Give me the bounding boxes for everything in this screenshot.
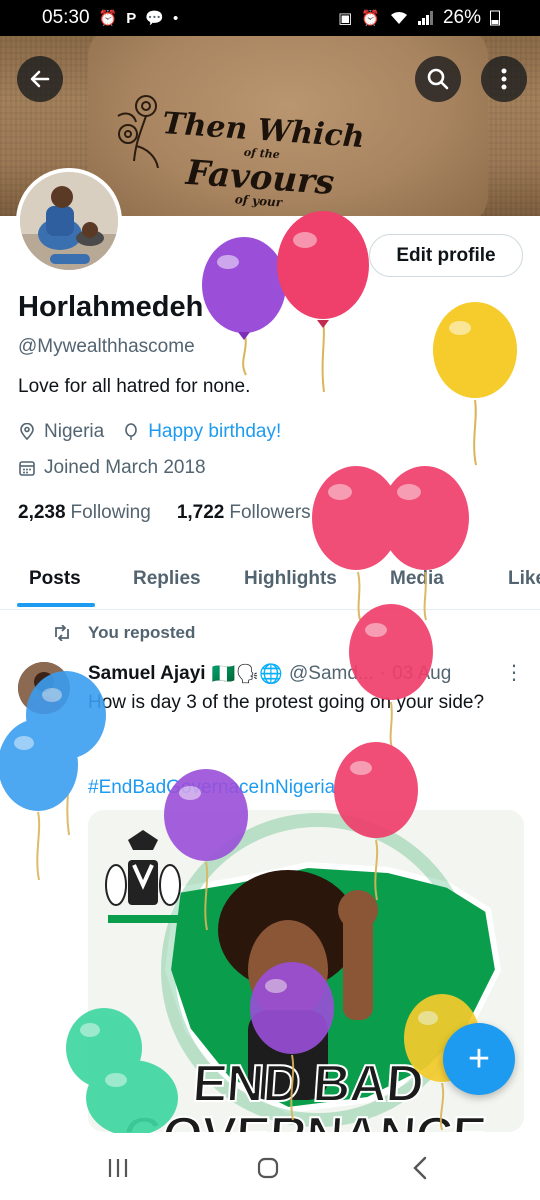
balloon-purple [202,237,286,376]
tab-highlights[interactable]: Highlights [244,568,337,590]
system-nav-bar [0,1133,540,1200]
profile-joined-row: Joined March 2018 [18,457,206,479]
post-text: How is day 3 of the protest going on you… [88,692,485,713]
battery-level: 26% [442,7,481,28]
status-bar: 05:30 ⏰ P 💬 • ▣ ⏰ 26% [0,0,540,36]
wifi-icon [390,11,407,24]
profile-handle: @Mywealthhascome [18,336,195,357]
tab-replies[interactable]: Replies [133,568,201,590]
post-author-avatar[interactable] [18,662,70,714]
post-more-icon[interactable]: ⋮ [504,660,524,685]
balloon-pink [277,211,369,393]
balloon-yellow [433,302,517,466]
compose-post-button[interactable]: + [443,1023,515,1095]
author-emojis: 🇳🇬🗣🌐 [211,664,284,685]
post-hashtag[interactable]: #EndBadGovernaceInNigeria [88,777,335,799]
recent-apps-icon[interactable] [107,1157,129,1179]
chat-icon: 💬 [145,10,164,27]
p-icon: P [126,9,137,27]
dot-icon: • [172,9,179,27]
post-author-handle[interactable]: @Samd... [289,663,374,685]
profile-avatar[interactable] [16,168,122,274]
calendar-icon [19,461,35,476]
back-button[interactable] [17,56,63,102]
banner-text: Then Which of the Favours of your [161,106,366,210]
back-arrow-icon [30,70,50,88]
post-date[interactable]: 03 Aug [392,663,451,685]
follow-counts: 2,238 Following 1,722 Followers [18,502,311,524]
profile-meta-row: Nigeria Happy birthday! [18,421,281,443]
edit-profile-button[interactable]: Edit profile [369,234,523,277]
profile-bio: Love for all hatred for none. [18,376,251,397]
tab-likes[interactable]: Likes [508,568,540,590]
repost-indicator: You reposted [52,623,195,643]
active-tab-indicator [17,603,95,607]
alarm-icon: ⏰ [361,10,380,27]
more-options-button[interactable] [481,56,527,102]
tab-posts[interactable]: Posts [29,568,81,590]
profile-name: Horlahmedeh [18,291,204,323]
birthday-link[interactable]: Happy birthday! [148,421,281,443]
repost-icon [55,625,69,641]
battery-icon [490,10,500,26]
back-nav-icon[interactable] [410,1156,430,1180]
more-vertical-icon [501,68,507,90]
nfc-icon: ▣ [338,10,353,27]
signal-icon [417,11,433,25]
profile-joined: Joined March 2018 [44,457,206,478]
alarm-icon: ⏰ [98,10,118,27]
profile-tabs: Posts Replies Highlights Media Likes [0,556,540,610]
status-time: 05:30 [42,7,90,28]
location-pin-icon [20,423,34,441]
profile-location: Nigeria [44,421,105,442]
separator-dot: · [379,663,387,684]
search-icon [427,68,449,90]
post-author-name[interactable]: Samuel Ajayi [88,663,206,685]
post-header: Samuel Ajayi 🇳🇬🗣🌐 @Samd... · 03 Aug [88,662,451,686]
following-link[interactable]: 2,238 Following [18,502,151,524]
tab-media[interactable]: Media [390,568,444,590]
followers-link[interactable]: 1,722 Followers [177,502,311,524]
search-button[interactable] [415,56,461,102]
balloon-icon [125,423,138,440]
home-icon[interactable] [256,1156,280,1180]
